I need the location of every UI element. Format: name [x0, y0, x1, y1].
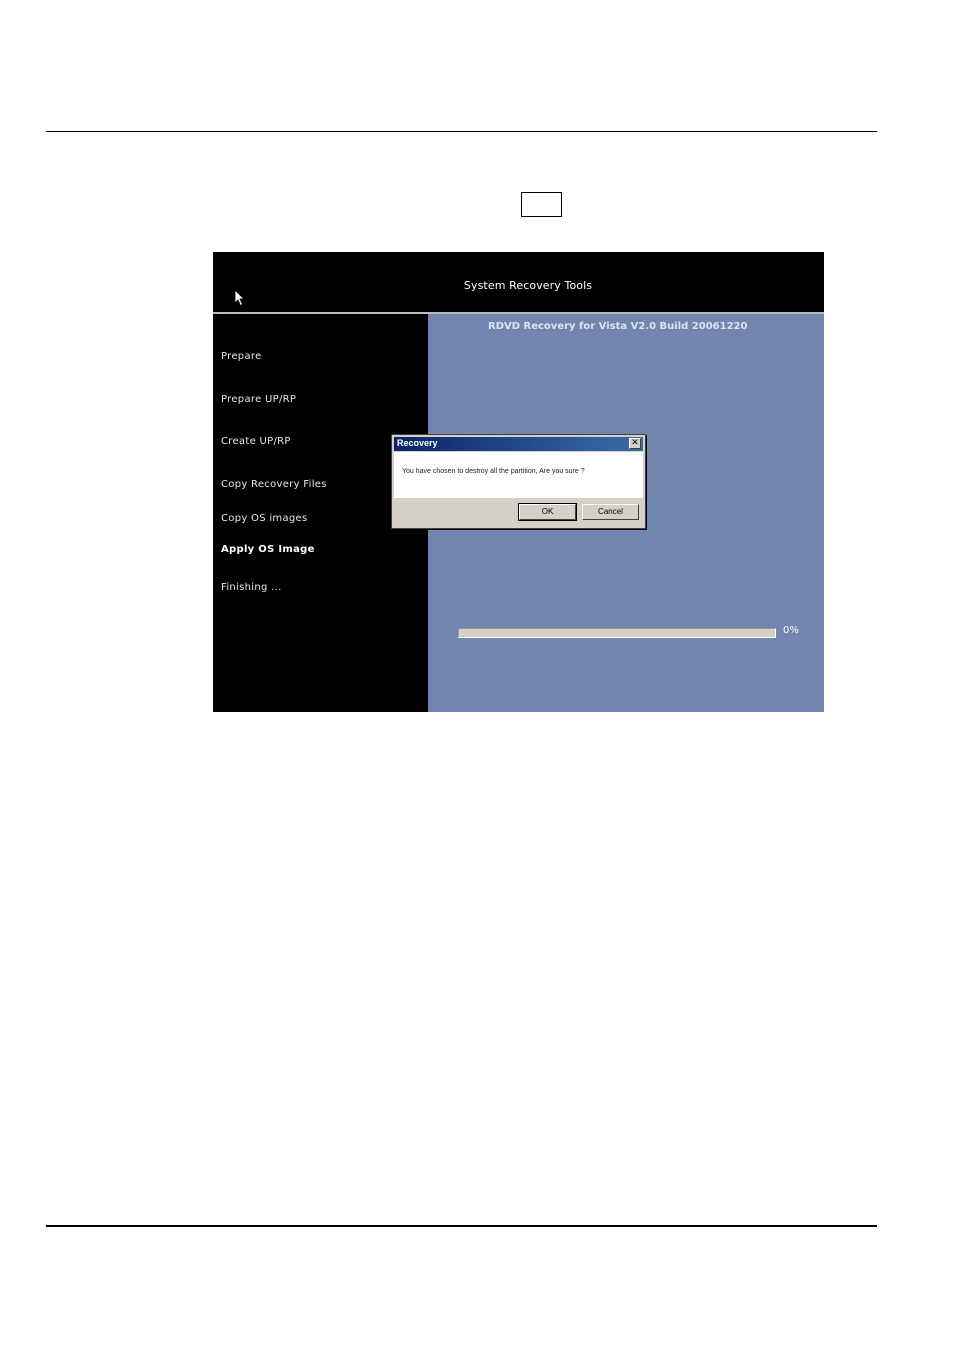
step-copy-os-images: Copy OS images	[221, 513, 308, 524]
empty-box	[521, 192, 562, 217]
step-finishing: Finishing ...	[221, 582, 282, 593]
app-header: System Recovery Tools	[213, 252, 824, 312]
close-icon[interactable]: ✕	[629, 438, 641, 449]
dialog-body: You have chosen to destroy all the parti…	[394, 452, 643, 498]
page-footer-rule	[46, 1225, 877, 1227]
app-title: System Recovery Tools	[463, 279, 593, 292]
build-label: RDVD Recovery for Vista V2.0 Build 20061…	[488, 321, 748, 332]
recovery-dialog: Recovery ✕ You have chosen to destroy al…	[391, 434, 646, 529]
step-apply-os-image: Apply OS Image	[221, 544, 315, 555]
step-prepare-up-rp: Prepare UP/RP	[221, 394, 297, 405]
dialog-titlebar[interactable]: Recovery ✕	[394, 437, 643, 451]
step-copy-recovery-files: Copy Recovery Files	[221, 479, 327, 490]
ok-button[interactable]: OK	[518, 503, 577, 521]
step-prepare: Prepare	[221, 351, 262, 362]
page-header-rule	[46, 131, 877, 132]
progress-bar	[458, 628, 776, 638]
dialog-message: You have chosen to destroy all the parti…	[402, 468, 585, 475]
step-create-up-rp: Create UP/RP	[221, 436, 291, 447]
progress-percent: 0%	[783, 625, 799, 636]
dialog-title: Recovery	[397, 438, 438, 448]
cancel-button[interactable]: Cancel	[582, 504, 639, 520]
